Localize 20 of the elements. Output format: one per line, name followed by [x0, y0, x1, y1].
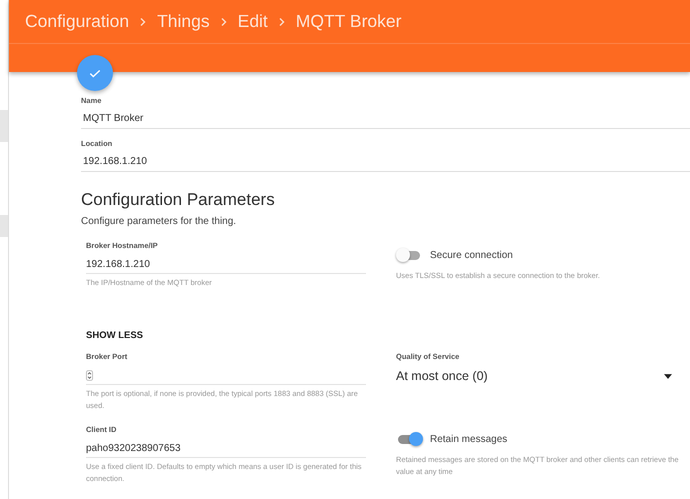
- chevron-icon: [278, 16, 286, 26]
- check-icon: [89, 68, 101, 78]
- toggle-switch[interactable]: [398, 250, 420, 260]
- breadcrumb-item: MQTT Broker: [296, 11, 402, 32]
- toggle-label: Retain messages: [430, 434, 508, 444]
- toggle-switch[interactable]: [398, 434, 420, 444]
- section-description: Configure parameters for the thing.: [81, 216, 238, 227]
- input-field[interactable]: MQTT Broker: [81, 107, 690, 129]
- save-button[interactable]: [77, 55, 113, 91]
- input-field[interactable]: 192.168.1.210: [86, 255, 366, 274]
- section-title: Configuration Parameters: [81, 190, 276, 210]
- input-field[interactable]: paho9320238907653: [86, 439, 366, 458]
- input-field[interactable]: 192.168.1.210: [81, 150, 690, 172]
- chevron-icon: [220, 16, 228, 26]
- spinner-icon[interactable]: [86, 370, 93, 380]
- show-less-button[interactable]: SHOW LESS: [86, 330, 144, 341]
- toggle-label: Secure connection: [430, 250, 513, 260]
- select-field[interactable]: At most once (0): [396, 366, 680, 386]
- caret-icon: [664, 374, 672, 378]
- chevron-icon: [139, 16, 148, 26]
